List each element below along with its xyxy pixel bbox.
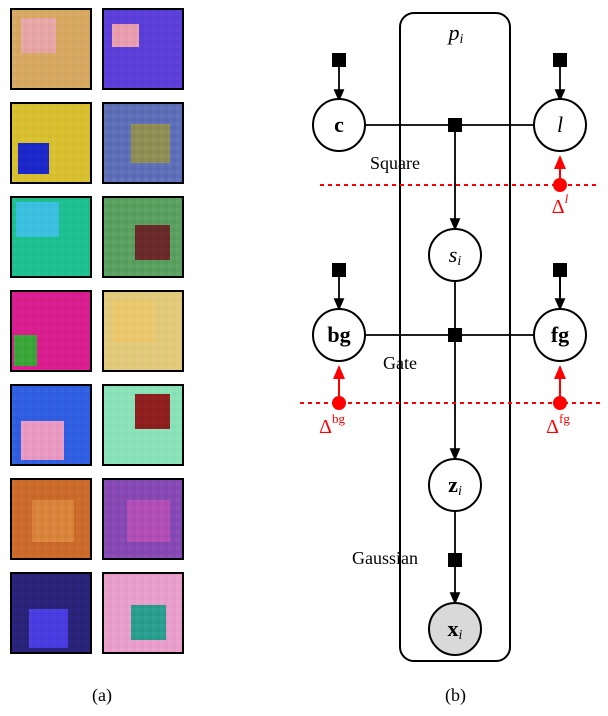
node-l-label: l [557, 112, 563, 137]
tile-foreground-square [32, 500, 75, 543]
factor-graph-svg: pi c l Square Δl [260, 5, 600, 665]
prior-bg-factor [332, 263, 346, 277]
tile-background [104, 10, 182, 88]
figure: (a) pi c [0, 0, 608, 716]
factor-gate-label: Gate [383, 353, 417, 373]
factor-gaussian [448, 553, 462, 567]
sample-tile [10, 572, 92, 654]
intervention-dot-bg [332, 396, 346, 410]
tile-foreground-square [127, 500, 170, 543]
tile-foreground-square [14, 335, 37, 366]
panel-a-caption: (a) [92, 685, 112, 706]
sample-tile [10, 478, 92, 560]
sample-tile [102, 8, 184, 90]
panel-a [10, 8, 190, 654]
tile-foreground-square [29, 609, 68, 648]
intervention-dot-fg [553, 396, 567, 410]
prior-c-factor [332, 53, 346, 67]
tile-foreground-square [16, 202, 59, 237]
prior-fg-factor [553, 263, 567, 277]
delta-fg-label: Δfg [546, 411, 570, 438]
sample-tile [10, 290, 92, 372]
factor-square [448, 118, 462, 132]
tile-foreground-square [135, 394, 170, 429]
node-c-label: c [334, 112, 344, 137]
tile-foreground-square [131, 124, 170, 163]
sample-tile [10, 384, 92, 466]
sample-tile [102, 478, 184, 560]
sample-tile [10, 8, 92, 90]
tile-foreground-square [21, 421, 64, 460]
tile-foreground-square [18, 143, 49, 174]
tile-foreground-square [112, 300, 155, 343]
sample-tile [102, 572, 184, 654]
tile-foreground-square [131, 605, 166, 640]
sample-image-grid [10, 8, 190, 654]
node-fg-label: fg [551, 322, 569, 347]
panel-b: pi c l Square Δl [260, 5, 600, 665]
factor-gate [448, 328, 462, 342]
sample-tile [102, 196, 184, 278]
sample-tile [102, 384, 184, 466]
sample-tile [102, 102, 184, 184]
factor-gaussian-label: Gaussian [352, 548, 418, 568]
intervention-dot-l [553, 178, 567, 192]
sample-tile [10, 196, 92, 278]
tile-foreground-square [135, 225, 170, 260]
panel-b-caption: (b) [445, 685, 466, 706]
node-bg-label: bg [327, 322, 350, 347]
tile-foreground-square [21, 18, 56, 53]
tile-foreground-square [112, 24, 139, 47]
delta-l-label: Δl [552, 191, 569, 218]
sample-tile [10, 102, 92, 184]
prior-l-factor [553, 53, 567, 67]
factor-square-label: Square [370, 153, 420, 173]
delta-bg-label: Δbg [319, 411, 345, 438]
plate-label: pi [447, 20, 464, 47]
sample-tile [102, 290, 184, 372]
